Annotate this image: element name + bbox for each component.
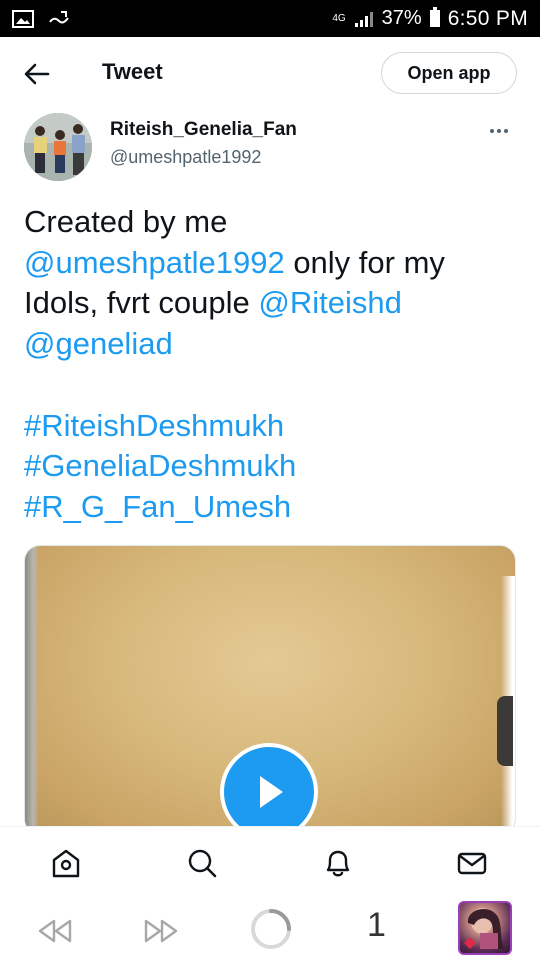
profile-photo xyxy=(464,908,504,949)
hashtag-link[interactable]: #RiteishDeshmukh xyxy=(24,408,284,443)
media-edge xyxy=(25,546,39,834)
tweet-text: Created by me @umeshpatle1992 only for m… xyxy=(24,202,524,528)
tweet-line: #R_G_Fan_Umesh xyxy=(24,487,524,528)
browser-back-icon[interactable] xyxy=(36,917,74,945)
gallery-notification-icon xyxy=(12,9,34,28)
network-type-label: 4G xyxy=(332,13,346,24)
page-title: Tweet xyxy=(102,59,163,84)
search-icon[interactable] xyxy=(186,847,218,879)
loading-spinner-icon[interactable] xyxy=(249,907,293,951)
signal-icon xyxy=(354,11,373,27)
battery-icon xyxy=(429,7,440,27)
messages-icon[interactable] xyxy=(456,847,488,879)
share-notification-icon xyxy=(49,10,69,23)
tweet-text-fragment: Idols, fvrt couple xyxy=(24,285,259,321)
tweet-line: Idols, fvrt couple @Riteishd xyxy=(24,283,524,324)
play-icon xyxy=(260,776,283,808)
tweet-line: #RiteishDeshmukh xyxy=(24,406,524,447)
tweet-line: #GeneliaDeshmukh xyxy=(24,446,524,487)
open-app-button[interactable]: Open app xyxy=(381,52,517,94)
hashtag-link[interactable]: #R_G_Fan_Umesh xyxy=(24,489,291,524)
mention-link[interactable]: @umeshpatle1992 xyxy=(24,245,285,280)
mention-link[interactable]: @Riteishd xyxy=(258,285,401,320)
author-avatar[interactable] xyxy=(24,113,92,181)
tab-count-button[interactable]: 1 xyxy=(367,906,386,945)
more-options-icon[interactable] xyxy=(490,124,518,138)
tweet-line: Created by me xyxy=(24,204,228,239)
tweet-header: Tweet Open app xyxy=(0,37,540,109)
hashtag-link[interactable]: #GeneliaDeshmukh xyxy=(24,448,296,483)
author-handle[interactable]: @umeshpatle1992 xyxy=(110,147,261,168)
profile-thumbnail[interactable] xyxy=(458,901,512,955)
notifications-icon[interactable] xyxy=(322,847,354,879)
avatar-photo xyxy=(24,113,92,181)
bottom-navigation xyxy=(0,826,540,901)
tweet-line: @geneliad xyxy=(24,324,524,365)
tweet-line: @umeshpatle1992 only for my xyxy=(24,243,524,284)
home-icon[interactable] xyxy=(50,847,82,879)
battery-percent: 37% xyxy=(381,7,422,29)
back-arrow-icon[interactable] xyxy=(22,59,52,89)
mention-link[interactable]: @geneliad xyxy=(24,326,173,361)
browser-forward-icon[interactable] xyxy=(142,917,180,945)
tweet-text-fragment: only for my xyxy=(284,244,445,280)
author-name[interactable]: Riteish_Genelia_Fan xyxy=(110,119,297,141)
status-bar: 4G 37% 6:50 PM xyxy=(0,0,540,37)
media-detail xyxy=(497,696,513,766)
clock: 6:50 PM xyxy=(447,6,528,30)
